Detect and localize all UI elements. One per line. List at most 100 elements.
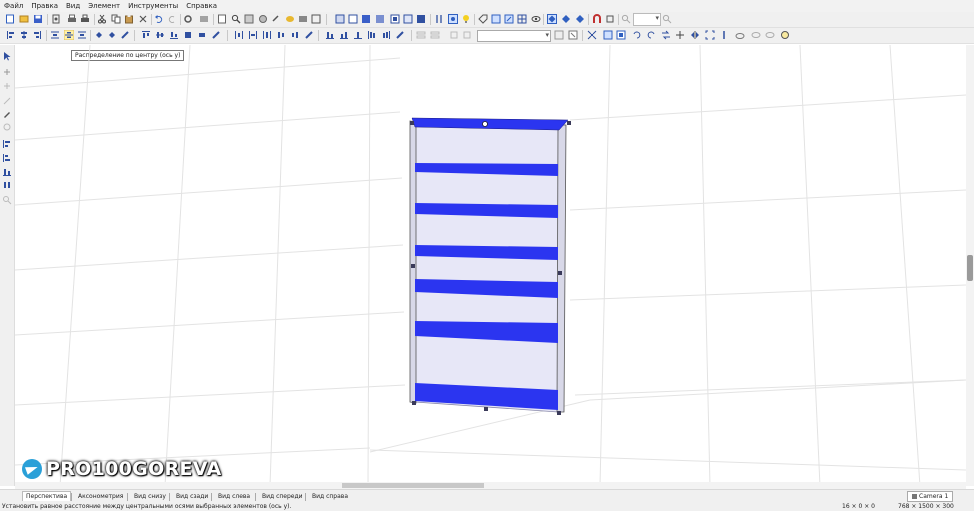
align-depth-center-icon[interactable] (197, 30, 207, 40)
open-folder-icon[interactable] (19, 14, 29, 24)
cloud-icon[interactable] (735, 30, 745, 40)
dimension-icon[interactable] (491, 14, 501, 24)
link-icon[interactable] (271, 14, 281, 24)
size-depth-icon[interactable] (395, 30, 405, 40)
color-icon[interactable] (285, 14, 295, 24)
move-cross-icon[interactable] (675, 30, 685, 40)
align-bottom-tool-icon[interactable] (2, 167, 12, 177)
space-right-icon[interactable] (304, 30, 314, 40)
texture-icon[interactable] (244, 14, 254, 24)
show-icon[interactable] (765, 30, 775, 40)
distribute-tool-icon[interactable] (2, 180, 12, 190)
scale-icon[interactable] (575, 14, 585, 24)
distribute-top-icon[interactable] (50, 30, 60, 40)
vertical-scrollbar[interactable] (966, 45, 974, 486)
line-tool-icon[interactable] (2, 96, 12, 106)
menu-edit[interactable]: Правка (27, 2, 62, 10)
align-depth-front-icon[interactable] (183, 30, 193, 40)
group-icon[interactable] (416, 30, 426, 40)
3d-viewport[interactable] (15, 45, 966, 486)
measure-icon[interactable] (504, 14, 514, 24)
zoom-icon[interactable] (231, 14, 241, 24)
view-axonometry-icon[interactable] (403, 14, 413, 24)
lock-icon[interactable] (449, 30, 459, 40)
rotation-handle[interactable] (482, 121, 488, 127)
undo-icon[interactable] (154, 14, 164, 24)
pointer-icon[interactable] (2, 51, 12, 61)
tag-icon[interactable] (478, 14, 488, 24)
eraser-icon[interactable] (2, 122, 12, 132)
size-height-icon[interactable] (381, 30, 391, 40)
collision-icon[interactable] (605, 14, 615, 24)
eye-icon[interactable] (531, 14, 541, 24)
material-icon[interactable] (258, 14, 268, 24)
distribute-d-icon[interactable] (262, 30, 272, 40)
print-preview-icon[interactable] (80, 14, 90, 24)
search-tool-icon[interactable] (2, 195, 12, 205)
tab-axonometry[interactable]: Аксонометрия (78, 492, 123, 501)
tab-bottom-view[interactable]: Вид снизу (134, 492, 166, 501)
delete-icon[interactable] (138, 14, 148, 24)
explode-icon[interactable] (587, 30, 597, 40)
distribute-bottom-icon[interactable] (77, 30, 87, 40)
tab-perspective[interactable]: Перспектива (22, 491, 72, 501)
split-icon[interactable] (719, 30, 729, 40)
settings-icon[interactable] (51, 14, 61, 24)
mirror-h-icon[interactable] (690, 30, 700, 40)
rotate-icon[interactable] (561, 14, 571, 24)
rotate-ccw-icon[interactable] (632, 30, 642, 40)
camera-selector[interactable]: Camera 1 (907, 491, 954, 502)
print-icon[interactable] (67, 14, 77, 24)
magnet-icon[interactable] (592, 14, 602, 24)
view-side-icon[interactable] (361, 14, 371, 24)
unlock-icon[interactable] (462, 30, 472, 40)
bottom-align-1-icon[interactable] (325, 30, 335, 40)
properties-icon[interactable] (199, 14, 209, 24)
space-left-icon[interactable] (276, 30, 286, 40)
menu-help[interactable]: Справка (182, 2, 221, 10)
light-bulb-icon[interactable] (461, 14, 471, 24)
fullscreen-icon[interactable] (705, 30, 715, 40)
copy-icon[interactable] (111, 14, 121, 24)
align-top-edge-icon[interactable] (141, 30, 151, 40)
view-back-icon[interactable] (375, 14, 385, 24)
hide-icon[interactable] (751, 30, 761, 40)
mirror-icon[interactable] (120, 30, 130, 40)
gear-icon[interactable] (183, 14, 193, 24)
save-icon[interactable] (33, 14, 43, 24)
zoom-in-icon[interactable] (621, 14, 631, 24)
catalog-icon[interactable] (217, 14, 227, 24)
layer-settings-icon[interactable] (568, 30, 578, 40)
add-panel-icon[interactable] (2, 81, 12, 91)
align-depth-back-icon[interactable] (211, 30, 221, 40)
grid-icon[interactable] (434, 14, 444, 24)
menu-element[interactable]: Элемент (84, 2, 124, 10)
distribute-v-icon[interactable] (248, 30, 258, 40)
new-file-icon[interactable] (5, 14, 15, 24)
object-icon[interactable] (298, 14, 308, 24)
distribute-center-y-icon[interactable] (64, 30, 74, 40)
menu-tools[interactable]: Инструменты (124, 2, 182, 10)
zoom-out-icon[interactable] (662, 14, 672, 24)
target-icon[interactable] (780, 30, 790, 40)
bottom-align-2-icon[interactable] (339, 30, 349, 40)
horizontal-scroll-thumb[interactable] (342, 483, 484, 488)
paste-icon[interactable] (124, 14, 134, 24)
menu-file[interactable]: Файл (0, 2, 27, 10)
tab-back-view[interactable]: Вид сзади (176, 492, 208, 501)
view-front-icon[interactable] (348, 14, 358, 24)
move-icon[interactable] (547, 14, 557, 24)
bottom-align-3-icon[interactable] (353, 30, 363, 40)
tab-right-view[interactable]: Вид справа (312, 492, 348, 501)
select-all-icon[interactable] (603, 30, 613, 40)
vertical-scroll-thumb[interactable] (967, 255, 973, 281)
cut-icon[interactable] (97, 14, 107, 24)
frame-icon[interactable] (311, 14, 321, 24)
size-width-icon[interactable] (367, 30, 377, 40)
table-icon[interactable] (517, 14, 527, 24)
view-3d-icon[interactable] (390, 14, 400, 24)
rotate-right-icon[interactable] (107, 30, 117, 40)
tab-left-view[interactable]: Вид слева (218, 492, 250, 501)
bookcase[interactable] (409, 117, 571, 415)
align-middle-icon[interactable] (155, 30, 165, 40)
